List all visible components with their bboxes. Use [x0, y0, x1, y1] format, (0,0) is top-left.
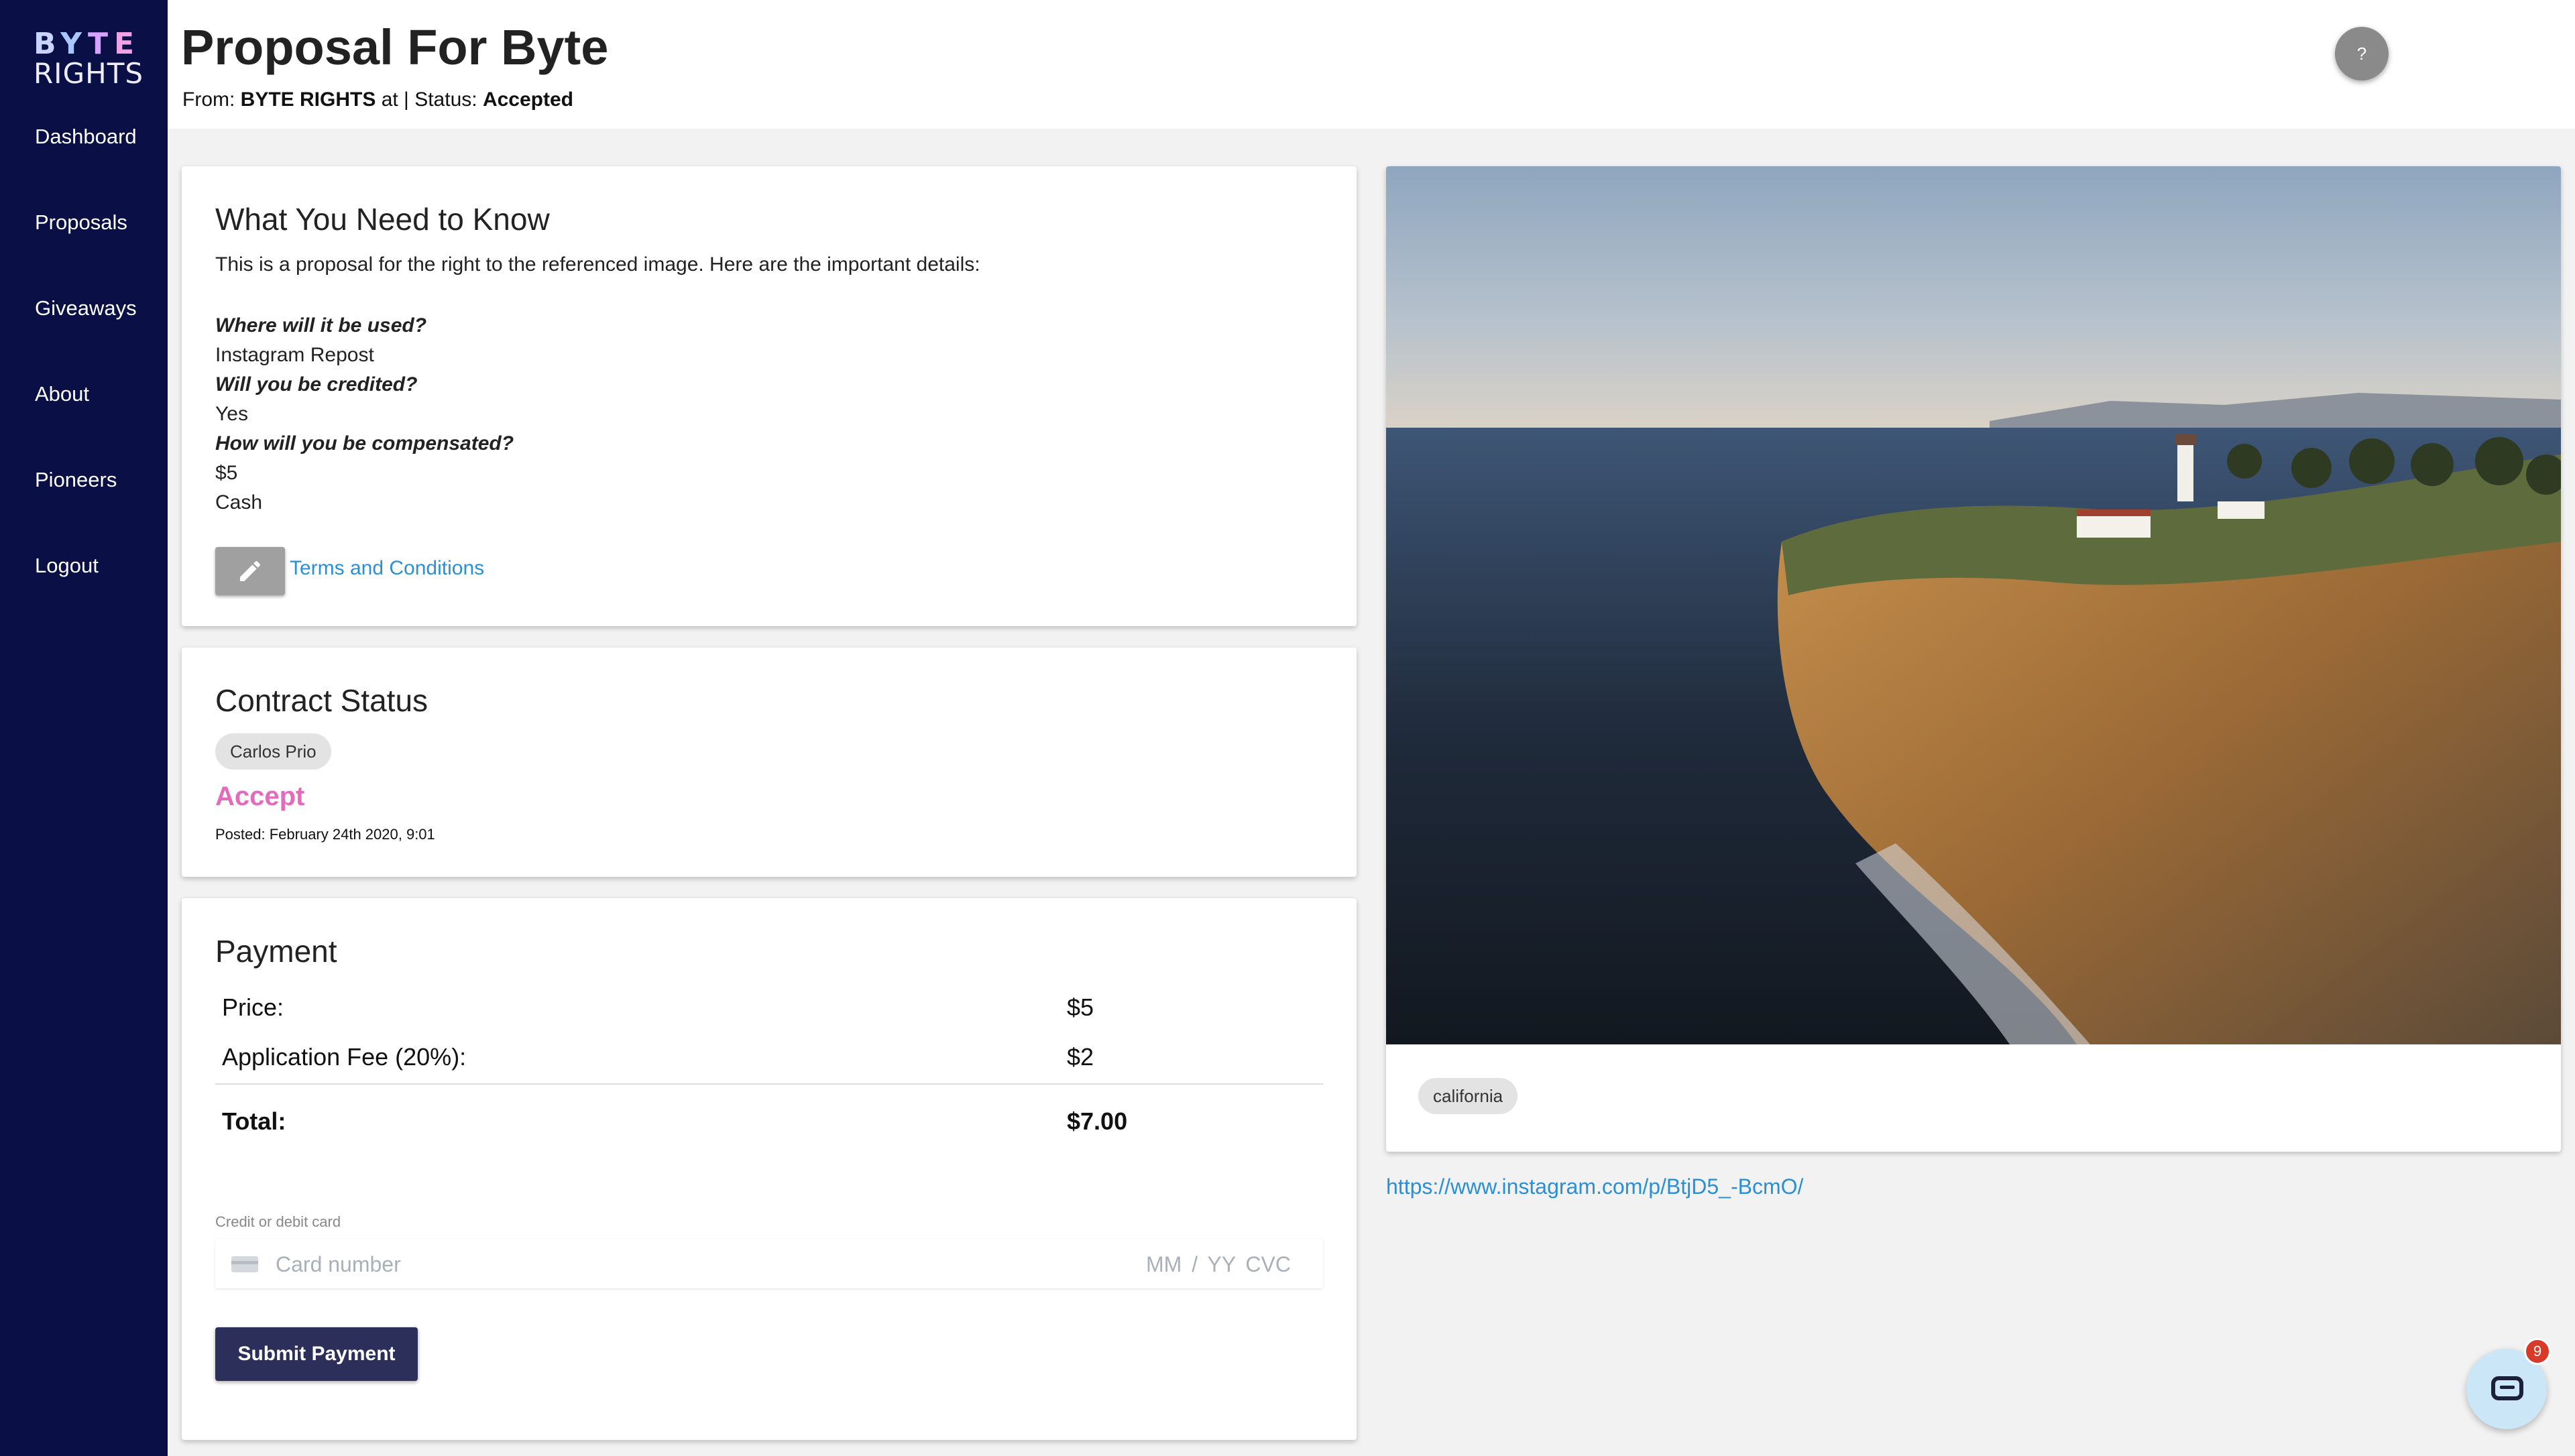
accept-status: Accept — [215, 782, 305, 811]
credit-card-icon — [231, 1256, 258, 1272]
usage-answer: Instagram Repost — [215, 344, 374, 366]
payment-divider — [215, 1083, 1323, 1085]
page-header: Proposal For Byte From: BYTE RIGHTS at |… — [168, 0, 2575, 129]
sidebar: BYTE RIGHTS Dashboard Proposals Giveaway… — [0, 0, 168, 1456]
card-field-label: Credit or debit card — [215, 1213, 341, 1230]
party-chip: Carlos Prio — [215, 733, 331, 770]
proposal-details: Where will it be used? Instagram Repost … — [215, 311, 514, 518]
contract-card: Contract Status Carlos Prio Accept Poste… — [182, 648, 1357, 877]
sidebar-nav: Dashboard Proposals Giveaways About Pion… — [35, 122, 137, 637]
total-label: Total: — [222, 1107, 286, 1135]
referenced-image[interactable] — [1386, 166, 2561, 1044]
chat-badge: 9 — [2524, 1338, 2551, 1365]
logo-top: BYTE — [34, 27, 141, 61]
sidebar-item-dashboard[interactable]: Dashboard — [35, 122, 137, 208]
submit-payment-button[interactable]: Submit Payment — [215, 1327, 418, 1381]
payment-card: Payment Price: $5 Application Fee (20%):… — [182, 898, 1357, 1440]
credit-question: Will you be credited? — [215, 373, 418, 396]
contract-title: Contract Status — [215, 683, 428, 718]
compensation-type: Cash — [215, 491, 263, 513]
sidebar-item-pioneers[interactable]: Pioneers — [35, 465, 137, 551]
sidebar-item-logout[interactable]: Logout — [35, 551, 137, 637]
from-value: BYTE RIGHTS — [240, 88, 376, 111]
compensation-question: How will you be compensated? — [215, 432, 514, 454]
instagram-link[interactable]: https://www.instagram.com/p/BtjD5_-BcmO/ — [1386, 1174, 1803, 1199]
terms-link[interactable]: Terms and Conditions — [290, 557, 484, 580]
payment-title: Payment — [215, 934, 337, 969]
image-card: california — [1386, 166, 2561, 1152]
sidebar-item-proposals[interactable]: Proposals — [35, 208, 137, 294]
card-number-placeholder: Card number — [276, 1252, 401, 1276]
status-label: Status: — [414, 88, 477, 111]
expiry-cvc-placeholder: MM / YY CVC — [1146, 1252, 1291, 1276]
fee-row: Application Fee (20%): $2 — [222, 1043, 1303, 1071]
help-button[interactable]: ? — [2335, 27, 2389, 80]
fee-label: Application Fee (20%): — [222, 1043, 467, 1071]
logo[interactable]: BYTE RIGHTS — [34, 27, 144, 90]
price-label: Price: — [222, 993, 284, 1021]
sidebar-item-about[interactable]: About — [35, 379, 137, 465]
know-card: What You Need to Know This is a proposal… — [182, 166, 1357, 626]
compensation-amount: $5 — [215, 462, 238, 484]
status-value: Accepted — [482, 88, 573, 111]
pencil-icon — [240, 560, 260, 581]
image-tag-chip[interactable]: california — [1418, 1078, 1518, 1114]
posted-timestamp: Posted: February 24th 2020, 9:01 — [215, 826, 435, 843]
sidebar-item-giveaways[interactable]: Giveaways — [35, 294, 137, 379]
usage-question: Where will it be used? — [215, 314, 427, 337]
price-value: $5 — [1067, 993, 1094, 1021]
total-value: $7.00 — [1067, 1107, 1128, 1135]
know-intro: This is a proposal for the right to the … — [215, 253, 980, 276]
edit-button[interactable] — [215, 547, 285, 595]
at-text: at | — [381, 88, 409, 111]
total-row: Total: $7.00 — [222, 1107, 1303, 1136]
logo-bottom: RIGHTS — [34, 57, 144, 90]
credit-answer: Yes — [215, 403, 248, 425]
price-row: Price: $5 — [222, 993, 1303, 1022]
card-number-input[interactable]: Card number MM / YY CVC — [215, 1239, 1323, 1288]
proposal-meta: From: BYTE RIGHTS at | Status: Accepted — [182, 88, 573, 111]
from-label: From: — [182, 88, 235, 111]
page-title: Proposal For Byte — [181, 19, 609, 75]
know-title: What You Need to Know — [215, 202, 550, 237]
fee-value: $2 — [1067, 1043, 1094, 1071]
